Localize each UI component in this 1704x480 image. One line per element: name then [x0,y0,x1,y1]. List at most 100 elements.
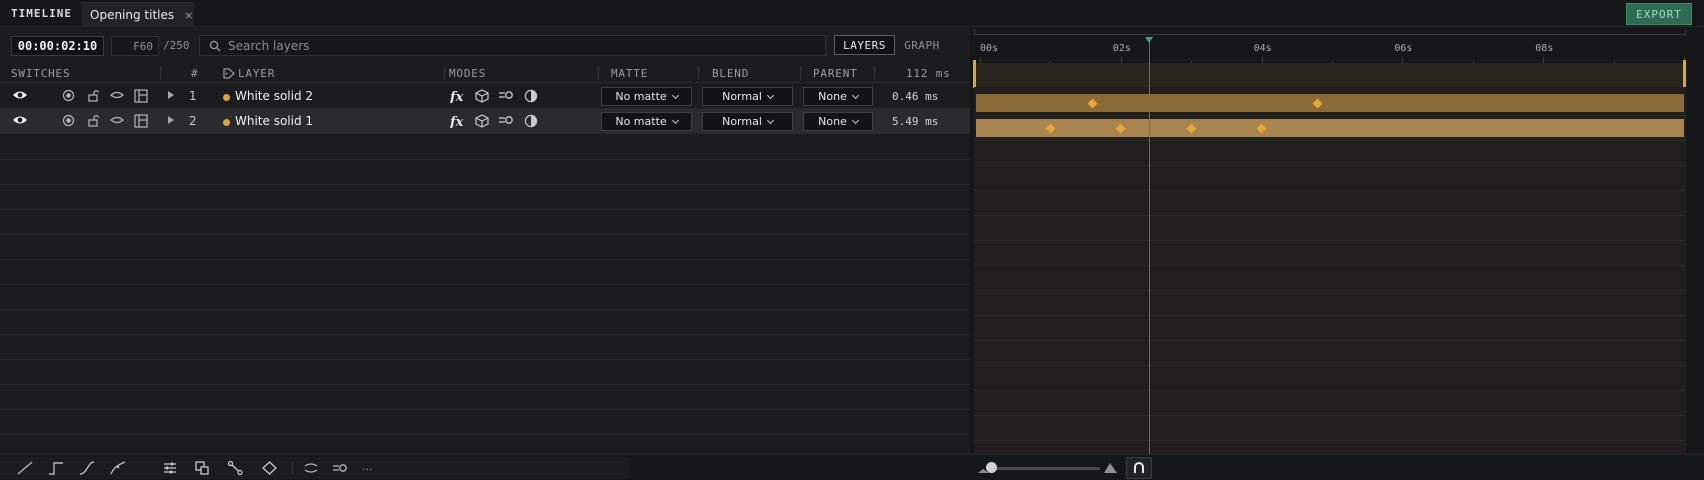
visibility-eye-icon[interactable] [12,89,28,101]
playhead-line[interactable] [1148,39,1150,454]
matte-value: No matte [615,90,667,103]
graph-view-button[interactable]: GRAPH [900,35,944,55]
motion-blur-icon[interactable] [498,114,514,126]
layer-index: 1 [189,89,197,103]
track-area [974,87,1686,454]
matte-select[interactable]: No matte [601,112,692,131]
blend-header: BLEND [712,67,750,80]
search-icon [209,40,221,51]
hold-ease-icon[interactable] [48,461,64,475]
layout-icon[interactable] [134,89,148,103]
frame-field[interactable]: F60 [111,36,159,56]
solo-icon[interactable] [62,114,75,127]
svg-text:fx: fx [450,90,464,103]
blend-select[interactable]: Normal [702,87,793,106]
svg-text:fx: fx [450,115,464,128]
more-icon[interactable]: ... [362,460,373,473]
expand-caret-icon[interactable] [168,116,174,124]
modes-header: MODES [449,67,487,80]
layer-render-time: 5.49 ms [892,115,939,128]
motion-blur-icon[interactable] [332,461,348,475]
layer-name[interactable]: White solid 2 [235,89,313,103]
chevron-down-icon [766,91,774,99]
export-button[interactable]: EXPORT [1626,3,1692,25]
layer-index: 2 [189,114,197,128]
chevron-down-icon [851,116,859,124]
bottom-toolbar: ... [0,454,1704,480]
layer-color-dot [223,119,230,126]
tab-opening-titles[interactable]: Opening titles × [81,2,194,27]
parent-value: None [818,90,847,103]
layer-row[interactable]: 2 White solid 1 fx No matte Normal None 5.49 m… [0,109,970,134]
zoom-in-icon[interactable] [1104,461,1117,473]
adjustment-layer-icon[interactable] [524,114,538,128]
expand-caret-icon[interactable] [168,91,174,99]
blend-select[interactable]: Normal [702,112,793,131]
tag-icon [223,68,235,79]
3d-cube-icon[interactable] [475,89,489,103]
lock-icon[interactable] [87,114,100,127]
3d-cube-icon[interactable] [475,114,489,128]
parent-value: None [818,115,847,128]
top-bar: TIMELINE Opening titles × EXPORT [0,0,1704,27]
solo-icon[interactable] [62,89,75,102]
total-time: 112 ms [906,67,951,80]
ruler-label: 06s [1394,43,1413,54]
linear-ease-icon[interactable] [17,461,33,475]
ruler-label: 02s [1112,43,1131,54]
layer-panel: 00:00:02:10 F60 /250 LAYERS GRAPH SWITCH… [0,27,970,454]
switches-header: SWITCHES [11,67,71,80]
visibility-eye-icon[interactable] [12,114,28,126]
timeline-scrollbar[interactable] [974,29,1686,35]
path-icon[interactable] [228,461,243,475]
tab-close-icon[interactable]: × [184,9,193,22]
timeline-area[interactable]: 00s 02s 04s 06s 08s [970,27,1704,454]
motion-blur-icon[interactable] [498,89,514,101]
keyframe-icon[interactable] [262,461,277,475]
ease-in-icon[interactable] [79,461,95,475]
chevron-down-icon [766,116,774,124]
layer-row[interactable]: 1 White solid 2 fx No matte Normal None 0.46 m… [0,84,970,109]
adjustment-layer-icon[interactable] [524,89,538,103]
zoom-slider[interactable] [990,467,1100,470]
playhead-handle[interactable] [1144,37,1153,43]
layer-name[interactable]: White solid 1 [235,114,313,128]
layer-duration-bar[interactable] [976,94,1684,112]
ruler-label: 04s [1253,43,1272,54]
matte-value: No matte [615,115,667,128]
shy-icon[interactable] [110,89,124,101]
layer-color-dot [223,94,230,101]
parent-select[interactable]: None [803,87,873,106]
lock-icon[interactable] [87,89,100,102]
chevron-down-icon [851,91,859,99]
work-area-end-handle[interactable] [1683,60,1686,88]
work-area-start-handle[interactable] [973,60,976,88]
layer-duration-bar[interactable] [976,119,1684,137]
fx-icon[interactable]: fx [450,114,466,128]
matte-select[interactable]: No matte [601,87,692,106]
sliders-icon[interactable] [163,461,177,475]
search-box[interactable] [199,35,826,56]
fx-icon[interactable]: fx [450,89,466,103]
parent-select[interactable]: None [803,112,873,131]
loop-icon[interactable] [303,461,319,475]
magnet-icon [1134,462,1144,473]
layout-icon[interactable] [134,114,148,128]
ease-out-icon[interactable] [110,461,126,475]
transform-icon[interactable] [195,461,210,475]
total-frames: /250 [163,39,190,52]
tab-label: Opening titles [90,8,175,22]
layers-view-button[interactable]: LAYERS [834,35,895,55]
matte-header: MATTE [611,67,649,80]
work-area[interactable] [974,63,1687,87]
timecode-display[interactable]: 00:00:02:10 [11,36,104,56]
layer-render-time: 0.46 ms [892,90,939,103]
chevron-down-icon [671,91,679,99]
snap-toggle[interactable] [1126,457,1152,479]
shy-icon[interactable] [110,114,124,126]
parent-header: PARENT [813,67,858,80]
zoom-slider-handle[interactable] [986,462,997,473]
search-input[interactable] [228,38,808,53]
column-header: SWITCHES # LAYER MODES MATTE BLEND PAREN… [0,63,970,83]
index-header: # [191,67,199,80]
